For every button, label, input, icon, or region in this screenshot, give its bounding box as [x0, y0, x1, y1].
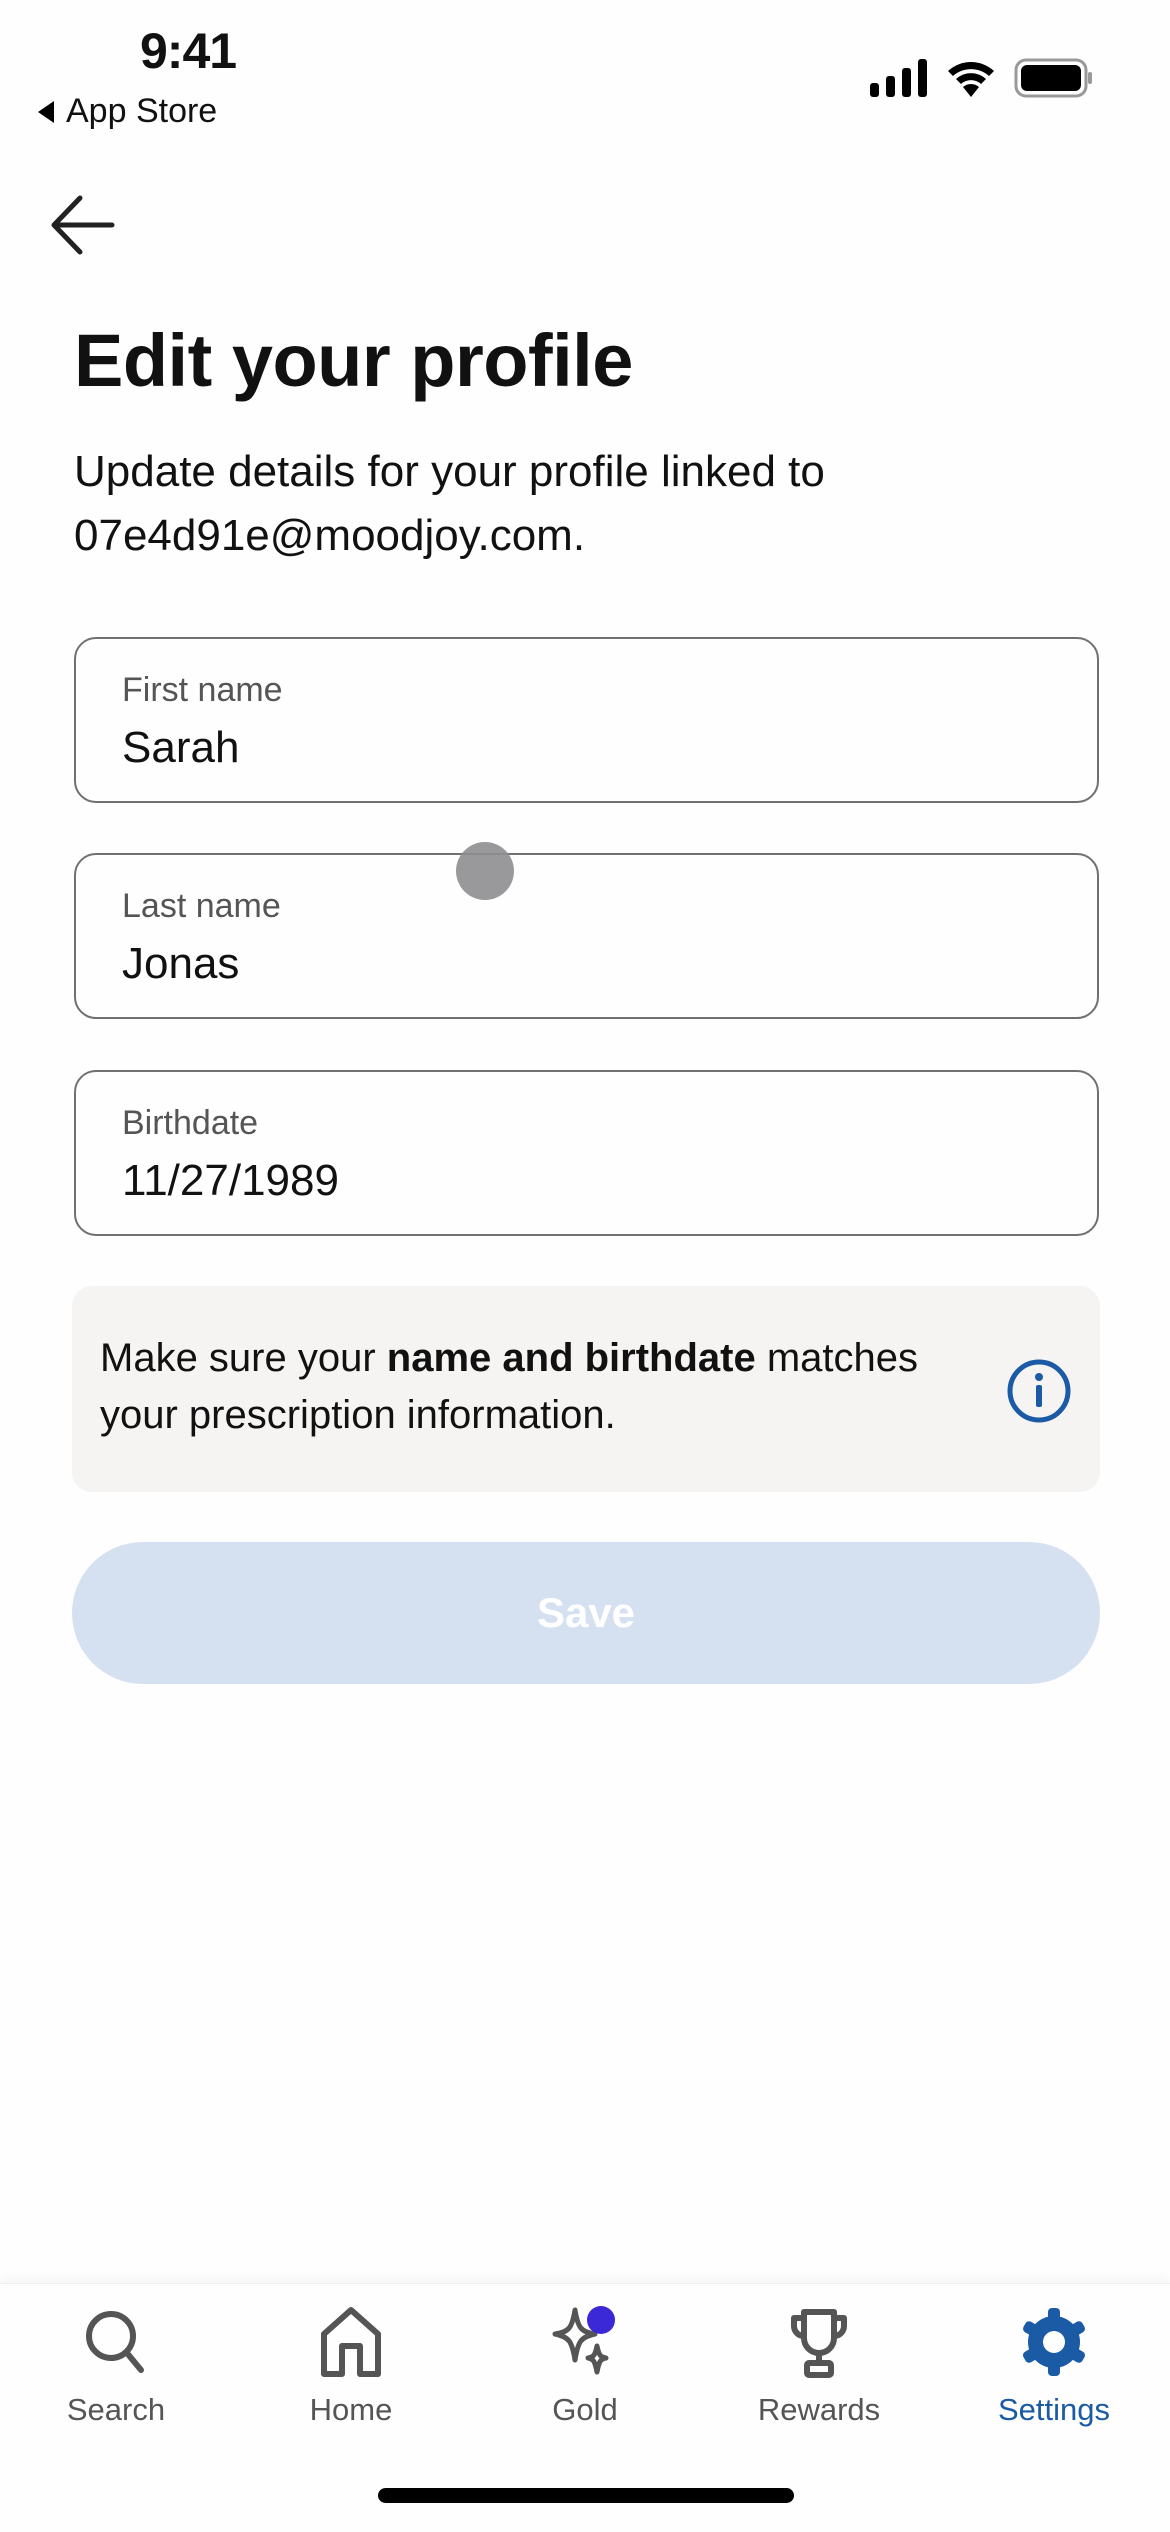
- tab-label: Gold: [552, 2392, 618, 2427]
- tab-label: Rewards: [757, 2392, 881, 2427]
- birthdate-value: 11/27/1989: [122, 1156, 339, 1205]
- back-to-app-store[interactable]: App Store: [38, 92, 217, 131]
- last-name-field[interactable]: Last name Jonas: [74, 853, 1099, 1019]
- first-name-value: Sarah: [122, 723, 240, 772]
- gear-icon: [1023, 2308, 1085, 2376]
- last-name-value: Jonas: [122, 939, 240, 988]
- home-indicator[interactable]: [378, 2488, 794, 2503]
- search-icon: [86, 2311, 144, 2373]
- tab-settings[interactable]: Settings: [954, 2304, 1154, 2428]
- tab-label: Home: [309, 2392, 393, 2427]
- tab-label: Settings: [997, 2392, 1110, 2427]
- birthdate-label: Birthdate: [122, 1104, 259, 1142]
- tab-search[interactable]: Search: [16, 2304, 216, 2428]
- tab-home[interactable]: Home: [251, 2304, 451, 2428]
- first-name-field[interactable]: First name Sarah: [74, 637, 1099, 803]
- page-subtitle: Update details for your profile linked t…: [74, 447, 825, 560]
- notice-prefix: Make sure your: [100, 1336, 387, 1380]
- home-icon: [321, 2307, 381, 2377]
- info-icon[interactable]: [1006, 1358, 1072, 1424]
- page-title: Edit your profile: [74, 319, 633, 402]
- sparkle-icon: [552, 2306, 615, 2375]
- touch-indicator: [456, 842, 514, 900]
- birthdate-field[interactable]: Birthdate 11/27/1989: [74, 1070, 1099, 1236]
- back-app-label: App Store: [66, 92, 218, 130]
- notice-box: Make sure your name and birthdate matche…: [72, 1286, 1100, 1492]
- tab-rewards[interactable]: Rewards: [719, 2304, 919, 2428]
- tab-gold[interactable]: Gold: [485, 2304, 685, 2428]
- status-time: 9:41: [140, 23, 237, 79]
- notice-bold: name and birthdate: [386, 1336, 756, 1380]
- signal-icon: [870, 59, 927, 97]
- notice-text: Make sure your name and birthdate matche…: [100, 1330, 1000, 1444]
- last-name-label: Last name: [122, 887, 281, 925]
- back-triangle-icon: [38, 100, 54, 123]
- save-button[interactable]: Save: [72, 1542, 1100, 1684]
- status-icons: [870, 58, 1094, 98]
- trophy-icon: [791, 2309, 847, 2378]
- wifi-icon: [948, 62, 994, 97]
- back-button[interactable]: [50, 192, 116, 263]
- first-name-label: First name: [122, 671, 283, 709]
- battery-icon: [1014, 58, 1092, 98]
- arrow-left-icon: [51, 195, 115, 255]
- tab-label: Search: [66, 2392, 166, 2427]
